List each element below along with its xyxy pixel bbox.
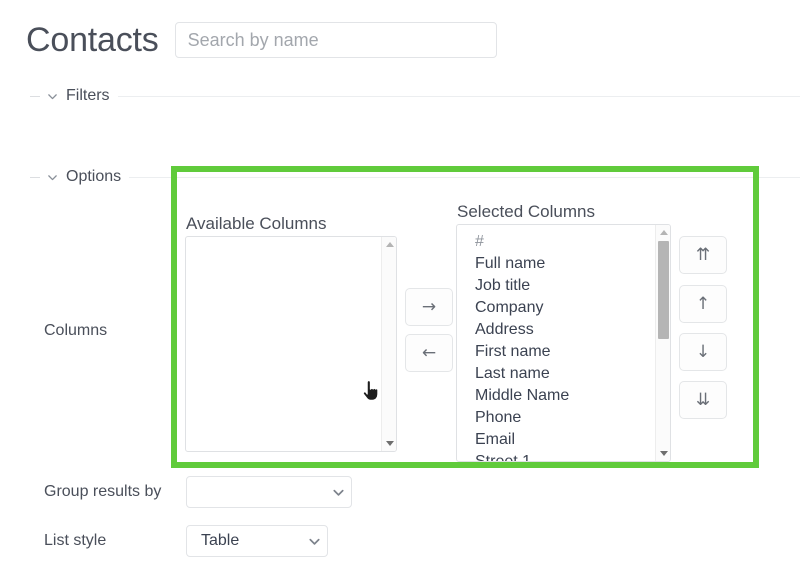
list-item[interactable]: Company: [457, 297, 670, 319]
filters-section-header[interactable]: Filters: [0, 86, 800, 106]
options-section-label: Options: [66, 168, 121, 186]
list-item[interactable]: Job title: [457, 275, 670, 297]
list-item[interactable]: Middle Name: [457, 385, 670, 407]
move-to-bottom-button[interactable]: ⇊: [679, 381, 727, 419]
section-leading-dash: [30, 177, 40, 178]
list-style-select[interactable]: Table: [186, 525, 328, 557]
selected-columns-listbox[interactable]: #Full nameJob titleCompanyAddressFirst n…: [456, 224, 671, 462]
options-section-header[interactable]: Options: [0, 167, 800, 187]
contacts-page: Contacts Filters Options Columns Availab…: [0, 0, 800, 584]
move-down-button[interactable]: ↓: [679, 333, 727, 371]
move-right-button[interactable]: →: [405, 288, 453, 326]
move-to-top-button[interactable]: ⇈: [679, 236, 727, 274]
section-divider-rule: [118, 96, 800, 97]
scroll-up-arrow-icon[interactable]: [656, 226, 671, 239]
filters-section-label: Filters: [66, 87, 110, 105]
selected-columns-scrollbar[interactable]: [655, 225, 670, 461]
list-item[interactable]: Full name: [457, 253, 670, 275]
scrollbar-thumb[interactable]: [658, 241, 669, 339]
group-results-by-select[interactable]: [186, 476, 352, 508]
move-left-button[interactable]: ←: [405, 334, 453, 372]
list-style-label: List style: [44, 532, 106, 550]
list-style-value: Table: [187, 532, 301, 550]
selected-columns-items[interactable]: #Full nameJob titleCompanyAddressFirst n…: [457, 225, 670, 462]
selected-columns-label: Selected Columns: [457, 202, 595, 222]
available-columns-label: Available Columns: [186, 214, 326, 234]
chevron-down-icon[interactable]: [301, 534, 327, 549]
list-item[interactable]: #: [457, 231, 670, 253]
chevron-down-icon[interactable]: [46, 90, 59, 103]
scroll-down-arrow-icon[interactable]: [656, 447, 671, 460]
page-header: Contacts: [0, 0, 800, 80]
list-item[interactable]: Address: [457, 319, 670, 341]
columns-field-label: Columns: [44, 322, 107, 340]
available-columns-items[interactable]: [186, 237, 396, 243]
search-input[interactable]: [175, 22, 497, 58]
chevron-down-icon[interactable]: [325, 485, 351, 500]
scroll-up-arrow-icon[interactable]: [382, 238, 397, 251]
section-leading-dash: [30, 96, 40, 97]
available-columns-listbox[interactable]: [185, 236, 397, 452]
list-item[interactable]: Last name: [457, 363, 670, 385]
page-title: Contacts: [26, 23, 159, 57]
section-divider-rule: [129, 177, 800, 178]
group-results-by-label: Group results by: [44, 483, 161, 501]
list-item[interactable]: Phone: [457, 407, 670, 429]
move-up-button[interactable]: ↑: [679, 285, 727, 323]
list-item[interactable]: Email: [457, 429, 670, 451]
list-item[interactable]: Street 1: [457, 451, 670, 462]
available-columns-scrollbar[interactable]: [381, 237, 396, 451]
list-item[interactable]: First name: [457, 341, 670, 363]
scroll-down-arrow-icon[interactable]: [382, 437, 397, 450]
chevron-down-icon[interactable]: [46, 171, 59, 184]
